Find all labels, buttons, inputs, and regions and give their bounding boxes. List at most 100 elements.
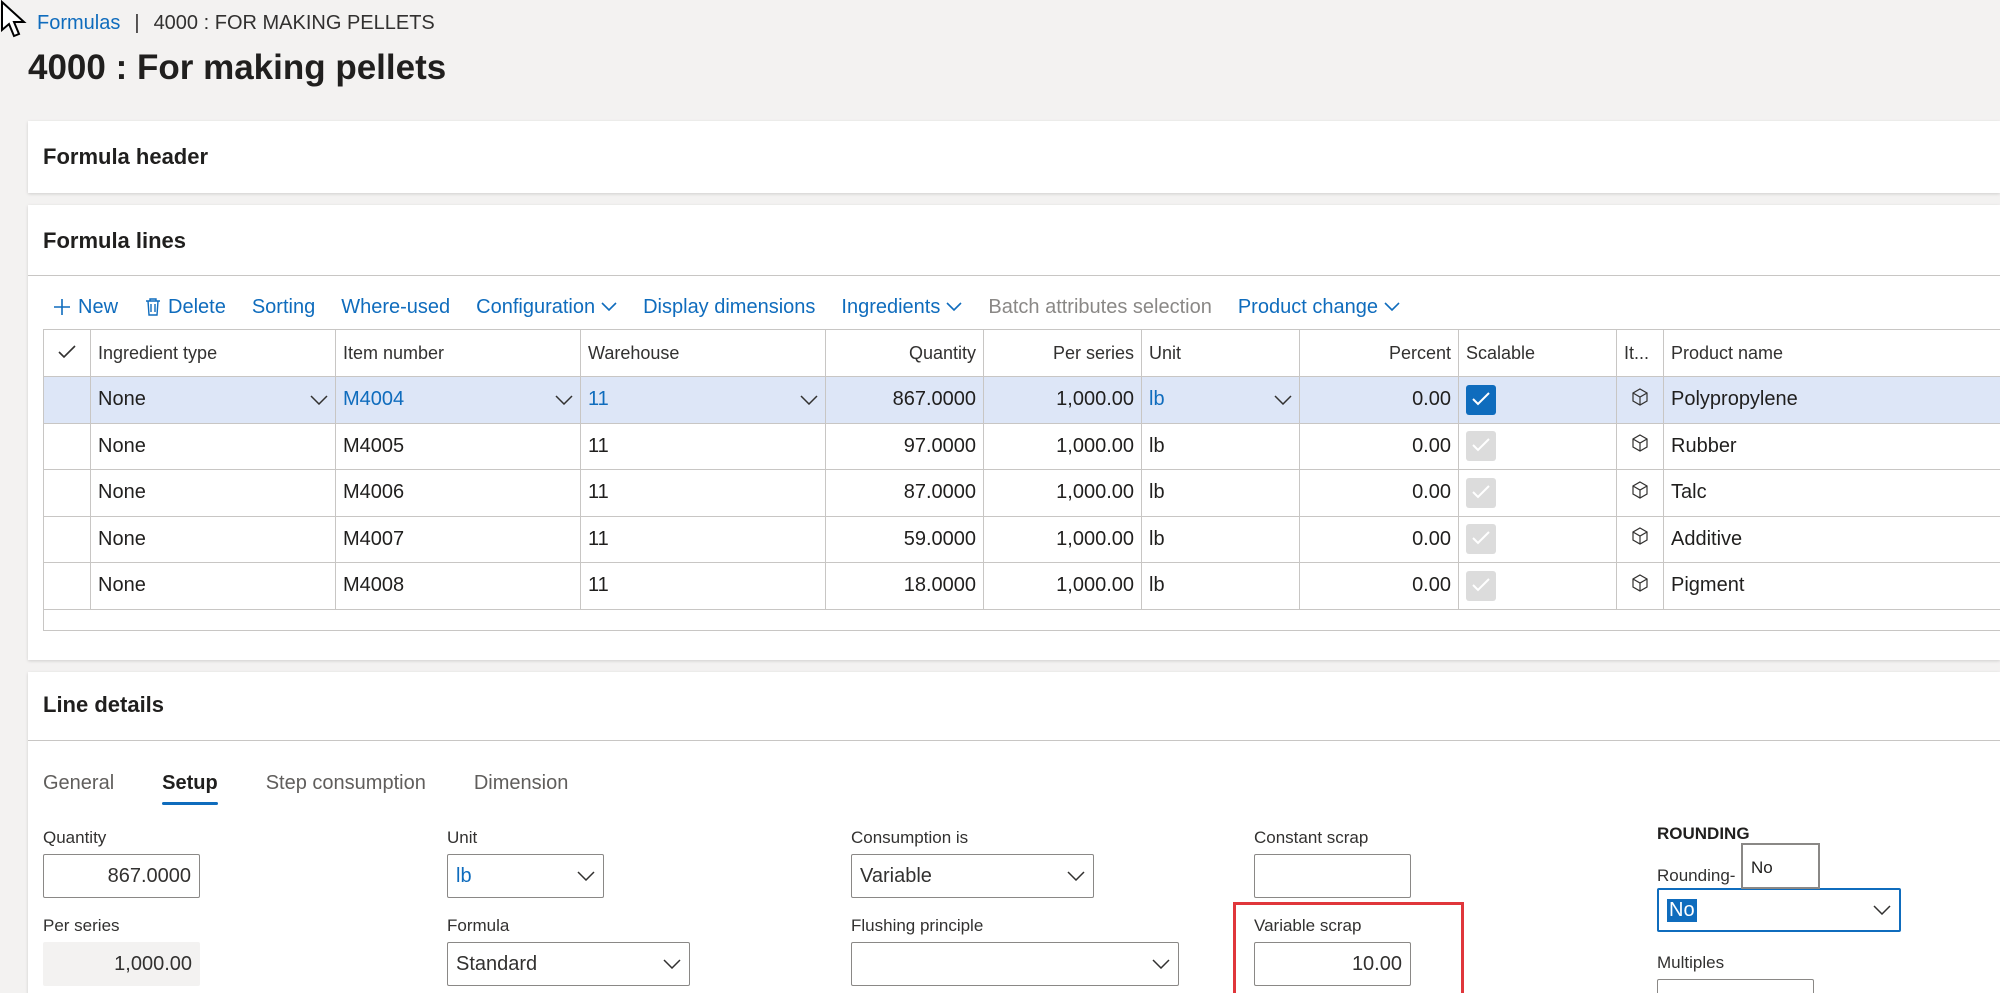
column-header-unit[interactable]: Unit (1141, 329, 1300, 377)
product-name-cell[interactable]: Talc (1663, 469, 2000, 517)
line-details-title[interactable]: Line details (43, 692, 164, 718)
unit-cell[interactable]: lb (1141, 422, 1300, 470)
warehouse-cell[interactable]: 11 (580, 376, 826, 424)
chevron-down-icon[interactable] (555, 395, 573, 405)
product-name-cell[interactable]: Rubber (1663, 422, 2000, 470)
warehouse-cell[interactable]: 11 (580, 515, 826, 563)
unit-cell[interactable]: lb (1141, 562, 1300, 610)
chevron-down-icon[interactable] (1274, 395, 1292, 405)
per-series-cell[interactable]: 1,000.00 (983, 562, 1142, 610)
tab-step-consumption[interactable]: Step consumption (266, 772, 426, 795)
select-all-column[interactable] (43, 329, 91, 377)
row-selector[interactable] (43, 562, 91, 610)
where-used-button[interactable]: Where-used (341, 296, 450, 319)
per-series-cell[interactable]: 1,000.00 (983, 422, 1142, 470)
scalable-checkbox[interactable] (1466, 524, 1496, 555)
per-series-cell[interactable]: 1,000.00 (983, 376, 1142, 424)
ingredient-type-cell[interactable]: None (90, 376, 336, 424)
item-number-cell[interactable]: M4008 (335, 562, 581, 610)
formula-select[interactable]: Standard (447, 942, 690, 986)
ingredient-type-cell[interactable]: None (90, 515, 336, 563)
column-header-per-series[interactable]: Per series (983, 329, 1142, 377)
item-number-cell[interactable]: M4006 (335, 469, 581, 517)
item-number-cell[interactable]: M4007 (335, 515, 581, 563)
percent-cell[interactable]: 0.00 (1299, 469, 1459, 517)
scalable-checkbox[interactable] (1466, 477, 1496, 508)
ingredient-type-cell[interactable]: None (90, 422, 336, 470)
product-name-cell[interactable]: Pigment (1663, 562, 2000, 610)
per-series-cell[interactable]: 1,000.00 (983, 515, 1142, 563)
row-selector[interactable] (43, 469, 91, 517)
row-selector[interactable] (43, 515, 91, 563)
scalable-checkbox[interactable] (1466, 384, 1496, 415)
formula-lines-title[interactable]: Formula lines (43, 228, 186, 254)
column-header-quantity[interactable]: Quantity (825, 329, 984, 377)
rounding-select[interactable]: No (1657, 888, 1901, 932)
column-header-product-name[interactable]: Product name (1663, 329, 2000, 377)
scalable-checkbox[interactable] (1466, 570, 1496, 601)
scalable-cell[interactable] (1458, 422, 1617, 470)
item-number-cell[interactable]: M4005 (335, 422, 581, 470)
delete-button[interactable]: Delete (144, 296, 226, 319)
unit-cell[interactable]: lb (1141, 515, 1300, 563)
multiples-input[interactable] (1657, 979, 1814, 993)
tab-general[interactable]: General (43, 772, 114, 795)
percent-cell[interactable]: 0.00 (1299, 376, 1459, 424)
table-row[interactable]: None M4006 11 87.0000 1,000.00 lb 0.00 T… (43, 469, 2000, 517)
tab-setup[interactable]: Setup (162, 772, 218, 805)
formula-header-section[interactable]: Formula header (28, 121, 2000, 193)
column-header-item[interactable]: It... (1616, 329, 1664, 377)
quantity-cell[interactable]: 97.0000 (825, 422, 984, 470)
flushing-principle-select[interactable] (851, 942, 1179, 986)
new-button[interactable]: New (52, 296, 118, 319)
batch-attributes-selection-button[interactable]: Batch attributes selection (988, 296, 1211, 319)
chevron-down-icon[interactable] (310, 395, 328, 405)
column-header-ingredient-type[interactable]: Ingredient type (90, 329, 336, 377)
sorting-button[interactable]: Sorting (252, 296, 315, 319)
table-row[interactable]: None M4008 11 18.0000 1,000.00 lb 0.00 P… (43, 562, 2000, 610)
warehouse-cell[interactable]: 11 (580, 469, 826, 517)
display-dimensions-button[interactable]: Display dimensions (643, 296, 815, 319)
table-row[interactable]: None M4004 11 867.0000 1,000.00 lb 0.00 … (43, 376, 2000, 424)
tab-dimension[interactable]: Dimension (474, 772, 568, 795)
per-series-cell[interactable]: 1,000.00 (983, 469, 1142, 517)
quantity-cell[interactable]: 867.0000 (825, 376, 984, 424)
percent-cell[interactable]: 0.00 (1299, 422, 1459, 470)
quantity-cell[interactable]: 87.0000 (825, 469, 984, 517)
ingredient-type-cell[interactable]: None (90, 562, 336, 610)
column-header-percent[interactable]: Percent (1299, 329, 1459, 377)
scalable-cell[interactable] (1458, 515, 1617, 563)
chevron-down-icon[interactable] (800, 395, 818, 405)
scalable-cell[interactable] (1458, 469, 1617, 517)
quantity-input[interactable]: 867.0000 (43, 854, 200, 898)
empty-grid-row[interactable] (43, 607, 2000, 631)
unit-cell[interactable]: lb (1141, 469, 1300, 517)
ingredient-type-cell[interactable]: None (90, 469, 336, 517)
product-name-cell[interactable]: Additive (1663, 515, 2000, 563)
scalable-cell[interactable] (1458, 376, 1617, 424)
table-row[interactable]: None M4005 11 97.0000 1,000.00 lb 0.00 R… (43, 422, 2000, 470)
scalable-cell[interactable] (1458, 562, 1617, 610)
column-header-warehouse[interactable]: Warehouse (580, 329, 826, 377)
column-header-scalable[interactable]: Scalable (1458, 329, 1617, 377)
column-header-item-number[interactable]: Item number (335, 329, 581, 377)
row-selector[interactable] (43, 422, 91, 470)
ingredients-menu[interactable]: Ingredients (841, 296, 962, 319)
warehouse-cell[interactable]: 11 (580, 422, 826, 470)
percent-cell[interactable]: 0.00 (1299, 515, 1459, 563)
row-selector[interactable] (43, 376, 91, 424)
product-name-cell[interactable]: Polypropylene (1663, 376, 2000, 424)
constant-scrap-input[interactable] (1254, 854, 1411, 898)
warehouse-cell[interactable]: 11 (580, 562, 826, 610)
breadcrumb-formulas-link[interactable]: Formulas (37, 12, 120, 35)
unit-select[interactable]: lb (447, 854, 604, 898)
item-number-cell[interactable]: M4004 (335, 376, 581, 424)
configuration-menu[interactable]: Configuration (476, 296, 617, 319)
formula-header-title[interactable]: Formula header (43, 144, 208, 170)
quantity-cell[interactable]: 18.0000 (825, 562, 984, 610)
scalable-checkbox[interactable] (1466, 431, 1496, 462)
unit-cell[interactable]: lb (1141, 376, 1300, 424)
consumption-is-select[interactable]: Variable (851, 854, 1094, 898)
table-row[interactable]: None M4007 11 59.0000 1,000.00 lb 0.00 A… (43, 515, 2000, 563)
quantity-cell[interactable]: 59.0000 (825, 515, 984, 563)
